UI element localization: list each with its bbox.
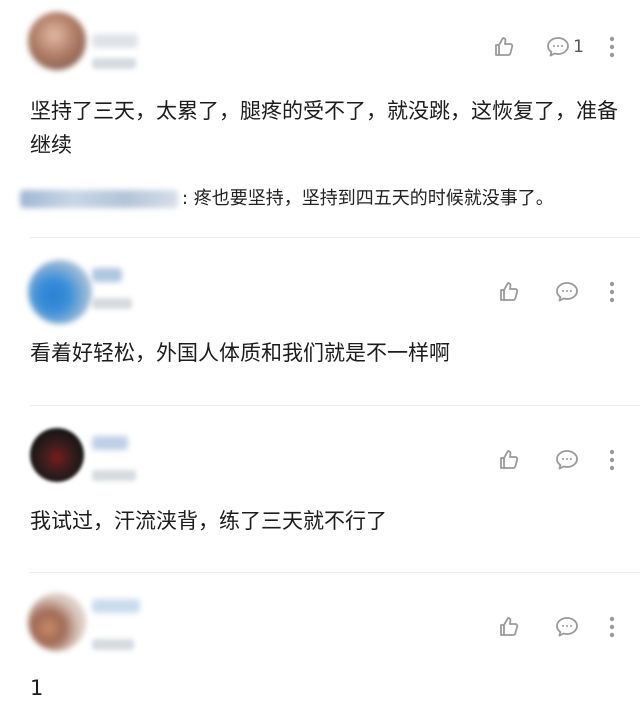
thumbs-up-icon — [500, 450, 519, 469]
comment-time — [92, 470, 136, 481]
comment-item: 1 坚持了三天，太累了，腿疼的受不了，就没跳，这恢复了，准备继续 : 疼也要坚持… — [0, 0, 640, 236]
avatar[interactable] — [28, 260, 92, 324]
comment-text: 看着好轻松，外国人体质和我们就是不一样啊 — [30, 341, 450, 365]
sub-reply[interactable]: : 疼也要坚持，坚持到四五天的时候就没事了。 — [20, 186, 630, 212]
thumbs-up-icon — [495, 37, 514, 56]
more-options-button[interactable] — [602, 612, 622, 642]
comment-text: 我试过，汗流浃背，练了三天就不行了 — [30, 509, 387, 533]
reply-button[interactable] — [550, 277, 584, 307]
sub-reply-text: : 疼也要坚持，坚持到四五天的时候就没事了。 — [182, 188, 554, 209]
comment-actions — [492, 445, 622, 475]
author-name[interactable] — [92, 599, 140, 613]
comment-text: 1 — [30, 676, 44, 700]
avatar[interactable] — [30, 428, 84, 482]
comment-text: 坚持了三天，太累了，腿疼的受不了，就没跳，这恢复了，准备继续 — [30, 99, 618, 157]
more-vertical-icon — [609, 281, 615, 303]
reply-button[interactable]: 1 — [545, 32, 584, 62]
more-vertical-icon — [609, 449, 615, 471]
comment-bubble-icon — [547, 37, 570, 57]
comment-bubble-icon — [556, 450, 578, 470]
reply-button[interactable] — [550, 612, 584, 642]
like-button[interactable] — [487, 32, 521, 62]
sub-reply-author[interactable] — [20, 190, 178, 208]
comment-actions — [492, 277, 622, 307]
thumbs-up-icon — [500, 282, 519, 301]
more-options-button[interactable] — [602, 277, 622, 307]
more-vertical-icon — [609, 36, 615, 58]
more-options-button[interactable] — [602, 32, 622, 62]
thumbs-up-icon — [500, 617, 519, 636]
author-name[interactable] — [92, 34, 138, 48]
author-name[interactable] — [92, 268, 122, 282]
comment-bubble-icon — [556, 282, 578, 302]
reply-count: 1 — [573, 37, 584, 57]
author-name[interactable] — [92, 436, 128, 450]
like-button[interactable] — [492, 612, 526, 642]
comment-actions: 1 — [487, 32, 622, 62]
like-button[interactable] — [492, 445, 526, 475]
more-options-button[interactable] — [602, 445, 622, 475]
comment-item: 看着好轻松，外国人体质和我们就是不一样啊 — [0, 238, 640, 404]
reply-button[interactable] — [550, 445, 584, 475]
comment-time — [92, 298, 132, 309]
avatar[interactable] — [28, 12, 86, 70]
comment-item: 1 — [0, 573, 640, 728]
comment-actions — [492, 612, 622, 642]
comment-time — [92, 58, 136, 69]
more-vertical-icon — [609, 616, 615, 638]
comment-time — [92, 639, 134, 650]
avatar[interactable] — [28, 593, 86, 651]
comment-bubble-icon — [556, 617, 578, 637]
comment-item: 我试过，汗流浃背，练了三天就不行了 — [0, 406, 640, 572]
like-button[interactable] — [492, 277, 526, 307]
